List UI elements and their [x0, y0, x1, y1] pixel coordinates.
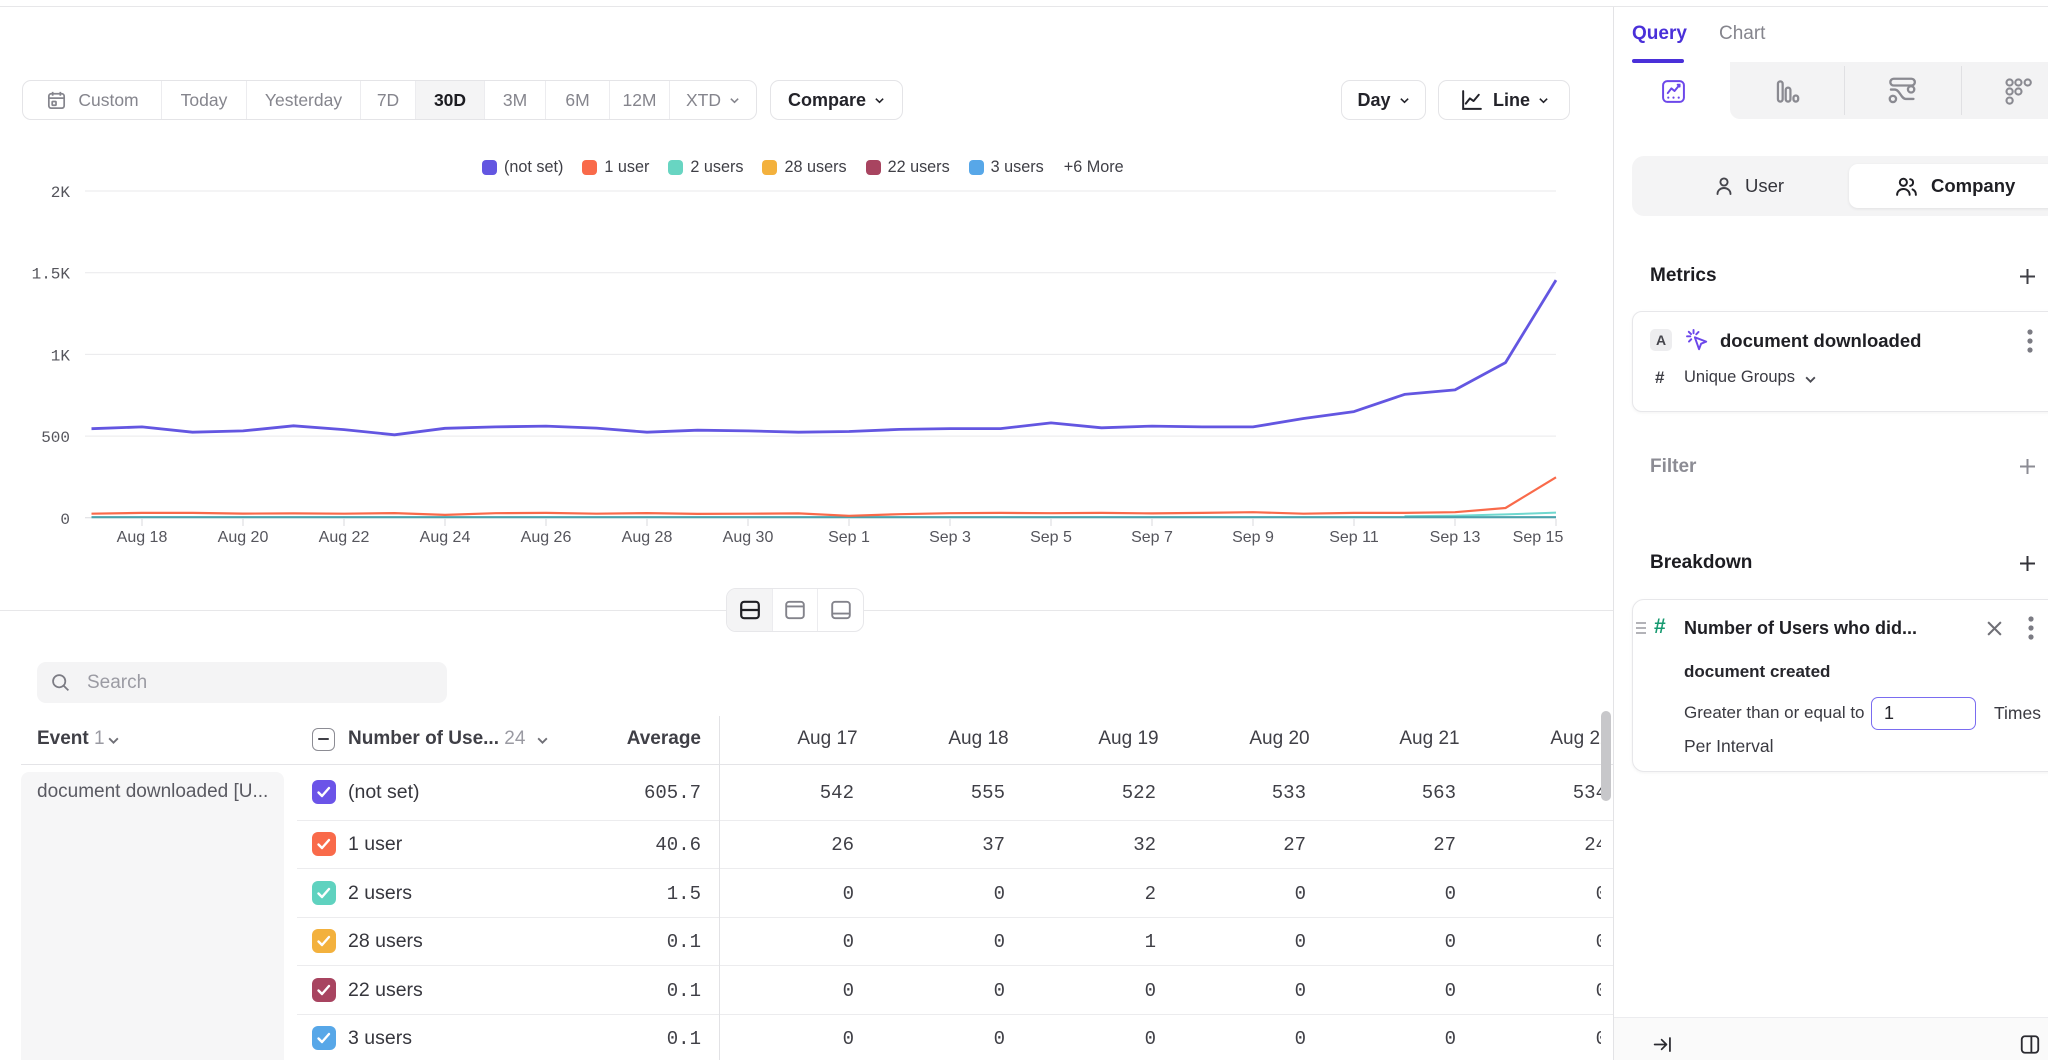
- svg-text:Aug 30: Aug 30: [723, 529, 774, 546]
- svg-text:Sep 1: Sep 1: [828, 529, 870, 546]
- svg-text:2K: 2K: [51, 184, 71, 202]
- svg-text:Aug 22: Aug 22: [319, 529, 370, 546]
- svg-text:Sep 7: Sep 7: [1131, 529, 1173, 546]
- svg-text:Sep 13: Sep 13: [1430, 529, 1481, 546]
- svg-text:1.5K: 1.5K: [32, 266, 71, 284]
- svg-text:Sep 15: Sep 15: [1513, 529, 1564, 546]
- svg-text:Aug 26: Aug 26: [521, 529, 572, 546]
- svg-text:1K: 1K: [51, 347, 71, 365]
- svg-text:Aug 28: Aug 28: [622, 529, 673, 546]
- svg-text:Aug 20: Aug 20: [218, 529, 269, 546]
- svg-text:500: 500: [41, 429, 70, 447]
- svg-text:Sep 3: Sep 3: [929, 529, 971, 546]
- svg-text:Aug 24: Aug 24: [420, 529, 471, 546]
- svg-text:Sep 11: Sep 11: [1329, 529, 1379, 546]
- svg-text:Sep 5: Sep 5: [1030, 529, 1072, 546]
- svg-text:Aug 18: Aug 18: [117, 529, 168, 546]
- svg-text:Sep 9: Sep 9: [1232, 529, 1274, 546]
- svg-text:0: 0: [60, 511, 70, 529]
